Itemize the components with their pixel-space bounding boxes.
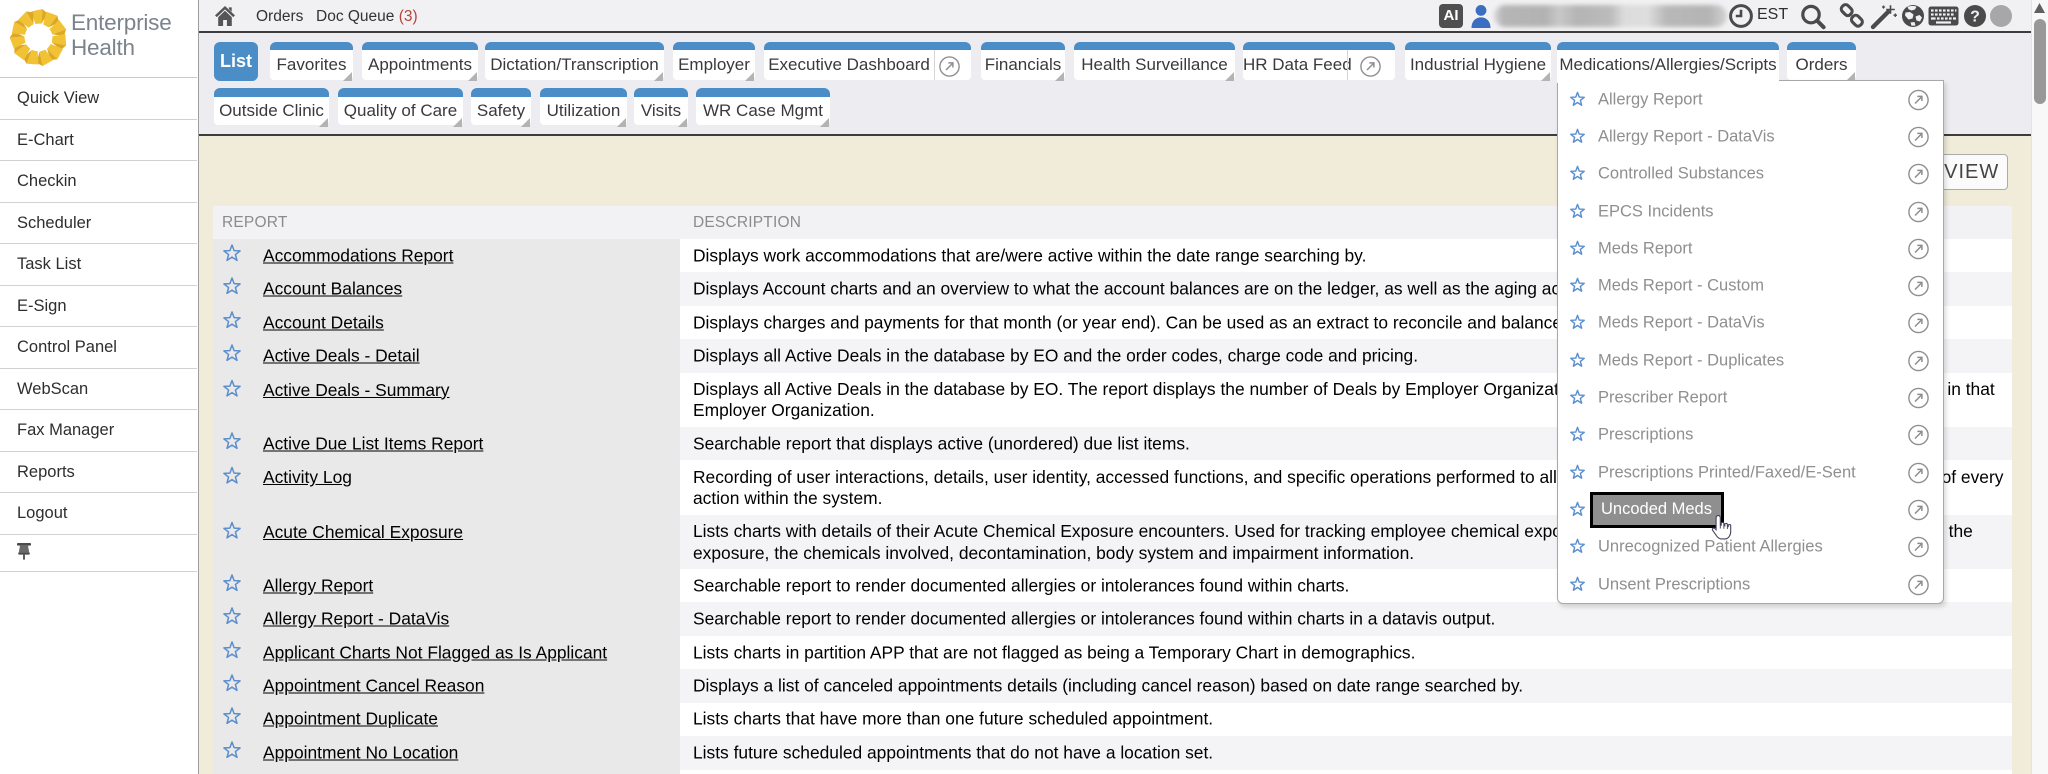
svg-text:?: ? bbox=[1970, 9, 1980, 26]
